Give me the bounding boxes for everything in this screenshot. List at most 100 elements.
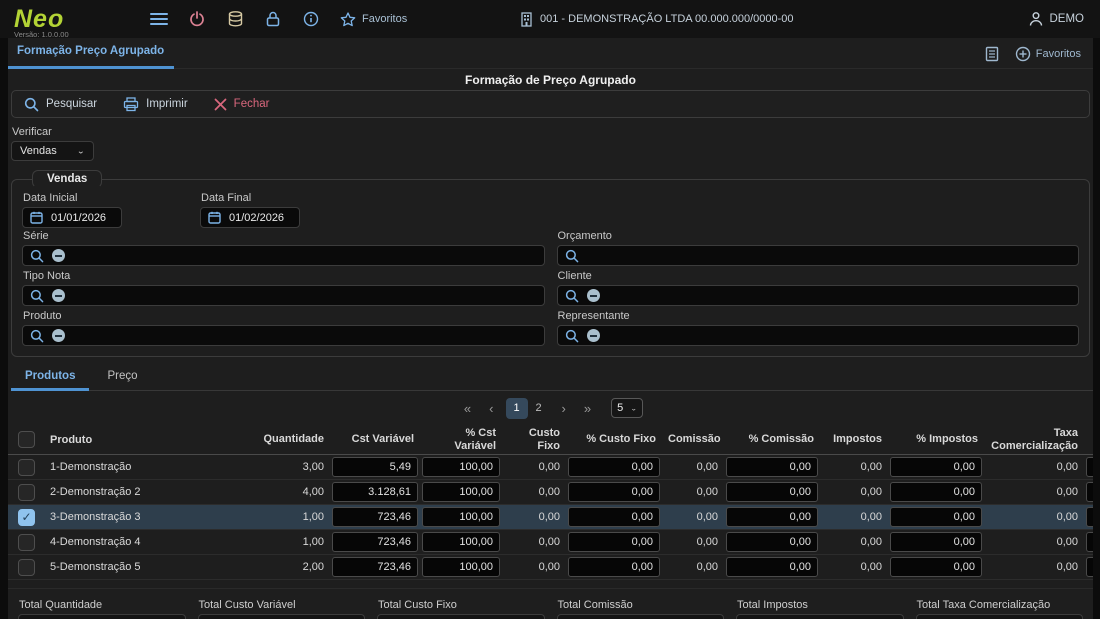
close-button[interactable]: Fechar — [214, 98, 270, 111]
pct_impostos-input[interactable]: 0,00 — [890, 457, 982, 477]
row-checkbox[interactable] — [18, 459, 35, 476]
custo_fixo-value: 0,00 — [502, 461, 566, 473]
search-button[interactable]: Pesquisar — [24, 97, 97, 112]
user-menu[interactable]: DEMO — [1028, 11, 1085, 27]
total-label: Total Impostos — [737, 599, 904, 611]
print-button[interactable]: Imprimir — [123, 97, 188, 112]
search-icon — [24, 97, 39, 112]
database-icon[interactable] — [226, 10, 244, 28]
table-row[interactable]: 5-Demonstração 52,00723,46100,000,000,00… — [8, 555, 1093, 580]
table-row[interactable]: 2-Demonstração 24,003.128,61100,000,000,… — [8, 480, 1093, 505]
total-label: Total Custo Fixo — [378, 599, 545, 611]
row-checkbox[interactable] — [18, 534, 35, 551]
select-all-checkbox[interactable] — [18, 431, 35, 448]
clear-icon[interactable] — [52, 249, 65, 262]
document-icon[interactable] — [985, 46, 999, 62]
tab-produtos[interactable]: Produtos — [11, 364, 89, 390]
clear-icon[interactable] — [52, 329, 65, 342]
cst_variavel-input[interactable]: 3.128,61 — [332, 482, 418, 502]
pct_comissao-input[interactable]: 0,00 — [726, 457, 818, 477]
cst_variavel-input[interactable]: 723,46 — [332, 507, 418, 527]
page-button-1[interactable]: 1 — [506, 398, 528, 419]
tipo-nota-input[interactable] — [22, 285, 545, 306]
cor-input[interactable] — [1086, 507, 1093, 527]
page-button-2[interactable]: 2 — [528, 398, 550, 419]
pct_comissao-input[interactable]: 0,00 — [726, 507, 818, 527]
clear-icon[interactable] — [587, 329, 600, 342]
info-icon[interactable] — [302, 10, 320, 28]
pct_cst_variavel-input[interactable]: 100,00 — [422, 457, 500, 477]
vendas-group: Vendas Data Inicial 01/01/2026 Data Fina… — [11, 170, 1090, 357]
tab-preco[interactable]: Preço — [93, 364, 151, 390]
pct_impostos-input[interactable]: 0,00 — [890, 532, 982, 552]
comissao-value: 0,00 — [662, 561, 724, 573]
cst_variavel-input[interactable]: 723,46 — [332, 532, 418, 552]
star-icon — [340, 12, 356, 27]
table-row[interactable]: 4-Demonstração 41,00723,46100,000,000,00… — [8, 530, 1093, 555]
row-checkbox[interactable]: ✓ — [18, 509, 35, 526]
row-checkbox[interactable] — [18, 484, 35, 501]
next-page-button[interactable]: › — [556, 401, 572, 416]
orcamento-input[interactable] — [557, 245, 1080, 266]
pct_cst_variavel-input[interactable]: 100,00 — [422, 482, 500, 502]
page-title: Formação de Preço Agrupado — [8, 69, 1093, 86]
pct_custo_fixo-input[interactable]: 0,00 — [568, 557, 660, 577]
table-row[interactable]: ✓3-Demonstração 31,00723,46100,000,000,0… — [8, 505, 1093, 530]
produto-input[interactable] — [22, 325, 545, 346]
page-size-value: 5 — [617, 402, 623, 414]
cst_variavel-input[interactable]: 723,46 — [332, 557, 418, 577]
row-checkbox[interactable] — [18, 559, 35, 576]
date-end-input[interactable]: 01/02/2026 — [200, 207, 300, 228]
pct_custo_fixo-input[interactable]: 0,00 — [568, 507, 660, 527]
printer-icon — [123, 97, 139, 112]
representante-input[interactable] — [557, 325, 1080, 346]
pct_cst_variavel-input[interactable]: 100,00 — [422, 507, 500, 527]
company-selector[interactable]: 001 - DEMONSTRAÇÃO LTDA 00.000.000/0000-… — [520, 12, 794, 27]
pct_comissao-input[interactable]: 0,00 — [726, 557, 818, 577]
clear-icon[interactable] — [52, 289, 65, 302]
comissao-value: 0,00 — [662, 486, 724, 498]
pct_custo_fixo-input[interactable]: 0,00 — [568, 532, 660, 552]
first-page-button[interactable]: « — [458, 401, 477, 416]
page-size-select[interactable]: 5 ⌄ — [611, 398, 643, 418]
cor-input[interactable] — [1086, 532, 1093, 552]
pct_custo_fixo-input[interactable]: 0,00 — [568, 482, 660, 502]
date-start-input[interactable]: 01/01/2026 — [22, 207, 122, 228]
pct_impostos-input[interactable]: 0,00 — [890, 482, 982, 502]
total-value: 0,00 — [198, 614, 366, 619]
cst_variavel-input[interactable]: 5,49 — [332, 457, 418, 477]
search-icon — [565, 329, 579, 343]
pct_custo_fixo-input[interactable]: 0,00 — [568, 457, 660, 477]
total-value: 0,00 — [736, 614, 904, 619]
favorites-button[interactable]: Favoritos — [340, 12, 407, 27]
app-logo[interactable]: Neo Versão: 1.0.0.00 — [14, 8, 132, 30]
menu-icon[interactable] — [150, 10, 168, 28]
serie-input[interactable] — [22, 245, 545, 266]
taxa_comercializacao-value: 0,00 — [984, 511, 1084, 523]
search-icon — [30, 249, 44, 263]
calendar-icon — [208, 211, 221, 224]
pct_cst_variavel-input[interactable]: 100,00 — [422, 532, 500, 552]
last-page-button[interactable]: » — [578, 401, 597, 416]
verify-select[interactable]: Vendas ⌄ — [11, 141, 94, 161]
search-button-label: Pesquisar — [46, 98, 97, 110]
add-favorite-button[interactable]: Favoritos — [1015, 46, 1081, 62]
cor-input[interactable] — [1086, 457, 1093, 477]
pct_impostos-input[interactable]: 0,00 — [890, 557, 982, 577]
pct_comissao-input[interactable]: 0,00 — [726, 532, 818, 552]
pct_cst_variavel-input[interactable]: 100,00 — [422, 557, 500, 577]
cor-input[interactable] — [1086, 482, 1093, 502]
pct_impostos-input[interactable]: 0,00 — [890, 507, 982, 527]
power-icon[interactable] — [188, 10, 206, 28]
prev-page-button[interactable]: ‹ — [483, 401, 499, 416]
column-header: % Custo Fixo — [566, 433, 662, 446]
column-header: Cor — [1084, 433, 1093, 446]
cor-input[interactable] — [1086, 557, 1093, 577]
lock-icon[interactable] — [264, 10, 282, 28]
close-icon — [214, 98, 227, 111]
clear-icon[interactable] — [587, 289, 600, 302]
window-tab-formacao-preco[interactable]: Formação Preço Agrupado — [8, 38, 174, 69]
cliente-input[interactable] — [557, 285, 1080, 306]
table-row[interactable]: 1-Demonstração3,005,49100,000,000,000,00… — [8, 455, 1093, 480]
pct_comissao-input[interactable]: 0,00 — [726, 482, 818, 502]
